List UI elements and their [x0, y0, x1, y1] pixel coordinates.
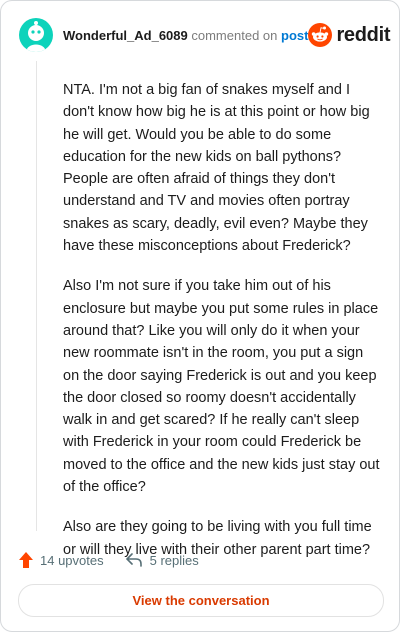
- replies-count: 5 replies: [149, 552, 199, 568]
- snoo-avatar-graphic: [26, 21, 46, 52]
- post-link[interactable]: post: [281, 28, 308, 43]
- comment-card: Wonderful_Ad_6089 commented on post redd…: [0, 0, 400, 632]
- reply-arrow-icon: [125, 553, 142, 567]
- username-link[interactable]: Wonderful_Ad_6089: [63, 28, 188, 43]
- comment-paragraph: NTA. I'm not a big fan of snakes myself …: [63, 82, 370, 255]
- comment-body: NTA. I'm not a big fan of snakes myself …: [63, 79, 383, 579]
- comment-header: Wonderful_Ad_6089 commented on post redd…: [19, 18, 391, 52]
- upvote-arrow-icon: [19, 552, 33, 568]
- view-conversation-button[interactable]: View the conversation: [18, 584, 384, 617]
- reddit-brand[interactable]: reddit: [308, 23, 391, 47]
- comment-meta: Wonderful_Ad_6089 commented on post: [63, 28, 308, 43]
- snoo-avatar-icon[interactable]: [19, 18, 53, 52]
- comment-paragraph: Also I'm not sure if you take him out of…: [63, 278, 380, 496]
- thread-line[interactable]: [36, 61, 37, 531]
- upvote-button[interactable]: 14 upvotes: [19, 552, 104, 568]
- replies-button[interactable]: 5 replies: [125, 552, 199, 568]
- upvote-count: 14 upvotes: [40, 552, 104, 568]
- reddit-wordmark: reddit: [336, 23, 391, 46]
- comment-actions: 14 upvotes 5 replies: [19, 550, 199, 570]
- reddit-logo-icon: [308, 23, 333, 47]
- commented-on-text: commented on: [191, 27, 278, 43]
